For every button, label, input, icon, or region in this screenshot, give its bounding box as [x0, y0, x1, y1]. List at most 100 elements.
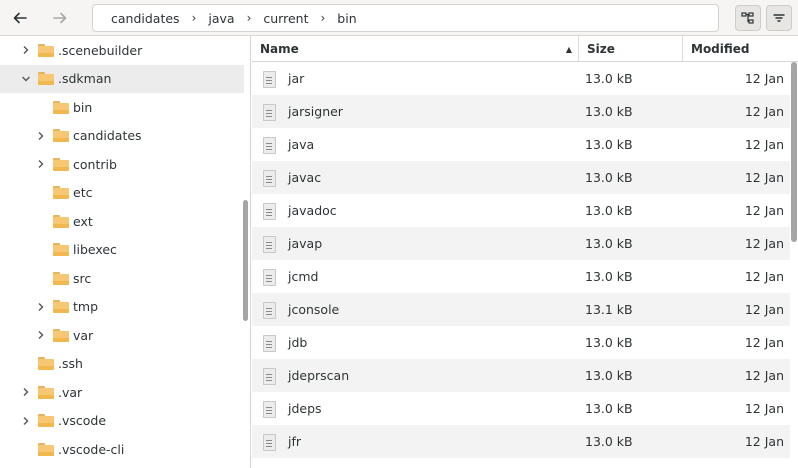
forward-arrow-icon — [53, 12, 67, 24]
tree-view-icon — [741, 12, 754, 24]
file-modified: 12 Jan — [744, 203, 784, 218]
chevron-right-icon[interactable] — [33, 299, 49, 315]
tree-item[interactable]: .vscode-cli — [0, 435, 244, 463]
file-size: 13.0 kB — [585, 269, 633, 284]
breadcrumb-segment[interactable]: current — [251, 11, 320, 26]
text-file-icon — [263, 302, 276, 319]
column-header-name[interactable]: Name ▲ — [252, 36, 579, 62]
file-name: jdeps — [288, 401, 322, 416]
chevron-down-icon[interactable] — [18, 71, 34, 87]
tree-item[interactable]: .vscode — [0, 407, 244, 435]
file-size: 13.0 kB — [585, 170, 633, 185]
breadcrumb-segment[interactable]: java — [196, 11, 246, 26]
folder-tree: .scenebuilder .sdkman bin candidates contrib… — [0, 36, 251, 468]
file-name: java — [288, 137, 315, 152]
chevron-right-icon[interactable] — [18, 384, 34, 400]
path-bar[interactable]: candidates › java › current › bin — [92, 4, 719, 32]
file-row[interactable]: jdb 13.0 kB 12 Jan — [252, 326, 790, 359]
sort-ascending-icon: ▲ — [565, 44, 572, 54]
file-size: 13.0 kB — [585, 368, 633, 383]
back-arrow-icon — [13, 12, 27, 24]
filter-menu-icon — [773, 14, 785, 22]
tree-item-label: contrib — [73, 156, 117, 172]
chevron-right-icon[interactable] — [33, 327, 49, 343]
tree-item[interactable]: candidates — [0, 122, 244, 150]
tree-item-label: etc — [73, 185, 93, 200]
list-scrollbar[interactable] — [791, 62, 797, 242]
column-modified-label: Modified — [691, 42, 750, 56]
file-row[interactable]: javap 13.0 kB 12 Jan — [252, 227, 790, 260]
tree-item[interactable]: contrib — [0, 150, 244, 178]
text-file-icon — [263, 137, 276, 154]
tree-item[interactable]: .scenebuilder — [0, 36, 244, 64]
tree-item-label: var — [73, 327, 94, 343]
folder-icon — [53, 186, 69, 199]
text-file-icon — [263, 401, 276, 418]
folder-icon — [53, 300, 69, 313]
text-file-icon — [263, 71, 276, 88]
tree-item-label: candidates — [73, 128, 142, 143]
column-name-label: Name — [260, 42, 299, 56]
file-row[interactable]: jconsole 13.1 kB 12 Jan — [252, 293, 790, 326]
file-modified: 12 Jan — [744, 434, 784, 449]
file-size: 13.0 kB — [585, 335, 633, 350]
file-row[interactable]: jfr 13.0 kB 12 Jan — [252, 425, 790, 458]
file-row[interactable]: javadoc 13.0 kB 12 Jan — [252, 194, 790, 227]
view-toggle-button[interactable] — [735, 5, 761, 31]
folder-icon — [53, 100, 69, 114]
file-size: 13.0 kB — [585, 401, 633, 416]
folder-icon — [53, 271, 69, 285]
tree-item[interactable]: var — [0, 321, 244, 349]
tree-item[interactable]: ext — [0, 207, 244, 235]
file-size: 13.0 kB — [585, 236, 633, 251]
tree-item[interactable]: bin — [0, 93, 244, 121]
text-file-icon — [263, 236, 276, 253]
file-name: jconsole — [288, 302, 340, 317]
folder-icon — [53, 129, 69, 142]
chevron-right-icon[interactable] — [18, 42, 34, 58]
tree-item[interactable]: src — [0, 264, 244, 292]
file-row[interactable]: jar 13.0 kB 12 Jan — [252, 62, 790, 95]
tree-item[interactable]: libexec — [0, 236, 244, 264]
tree-item[interactable]: tmp — [0, 293, 244, 321]
back-button[interactable] — [6, 4, 34, 32]
tree-item[interactable]: .ssh — [0, 350, 244, 378]
text-file-icon — [263, 170, 276, 187]
chevron-right-icon[interactable] — [18, 413, 34, 429]
file-row[interactable]: jdeps 13.0 kB 12 Jan — [252, 392, 790, 425]
file-modified: 12 Jan — [744, 368, 784, 383]
column-header-size[interactable]: Size — [579, 36, 683, 62]
column-header-modified[interactable]: Modified — [683, 36, 790, 62]
file-row[interactable]: jarsigner 13.0 kB 12 Jan — [252, 95, 790, 128]
breadcrumb-segment[interactable]: candidates — [99, 11, 192, 26]
chevron-right-icon[interactable] — [33, 156, 49, 172]
menu-button[interactable] — [766, 5, 792, 31]
file-list: Name ▲ Size Modified jar 13.0 kB 12 Jan jar… — [252, 36, 798, 468]
file-modified: 12 Jan — [744, 71, 784, 86]
file-row[interactable]: jcmd 13.0 kB 12 Jan — [252, 260, 790, 293]
tree-item[interactable]: .var — [0, 378, 244, 406]
chevron-right-icon[interactable] — [33, 128, 49, 144]
file-row[interactable]: jdeprscan 13.0 kB 12 Jan — [252, 359, 790, 392]
file-name: javadoc — [288, 203, 337, 218]
tree-item[interactable]: .sdkman — [0, 64, 244, 93]
file-name: jdeprscan — [288, 368, 350, 383]
file-modified: 12 Jan — [744, 269, 784, 284]
file-row[interactable]: javac 13.0 kB 12 Jan — [252, 161, 790, 194]
folder-icon — [38, 414, 54, 427]
file-modified: 12 Jan — [744, 104, 784, 119]
file-size: 13.0 kB — [585, 434, 633, 449]
file-name: javap — [288, 236, 323, 251]
breadcrumb-segment[interactable]: bin — [325, 11, 368, 26]
folder-icon — [53, 214, 69, 228]
file-row[interactable]: java 13.0 kB 12 Jan — [252, 128, 790, 161]
forward-button[interactable] — [46, 4, 74, 32]
tree-item[interactable]: etc — [0, 179, 244, 207]
folder-icon — [53, 328, 69, 342]
file-size: 13.0 kB — [585, 203, 633, 218]
tree-item-label: .scenebuilder — [58, 42, 143, 58]
file-modified: 12 Jan — [744, 170, 784, 185]
tree-item-label: .vscode-cli — [58, 441, 125, 457]
